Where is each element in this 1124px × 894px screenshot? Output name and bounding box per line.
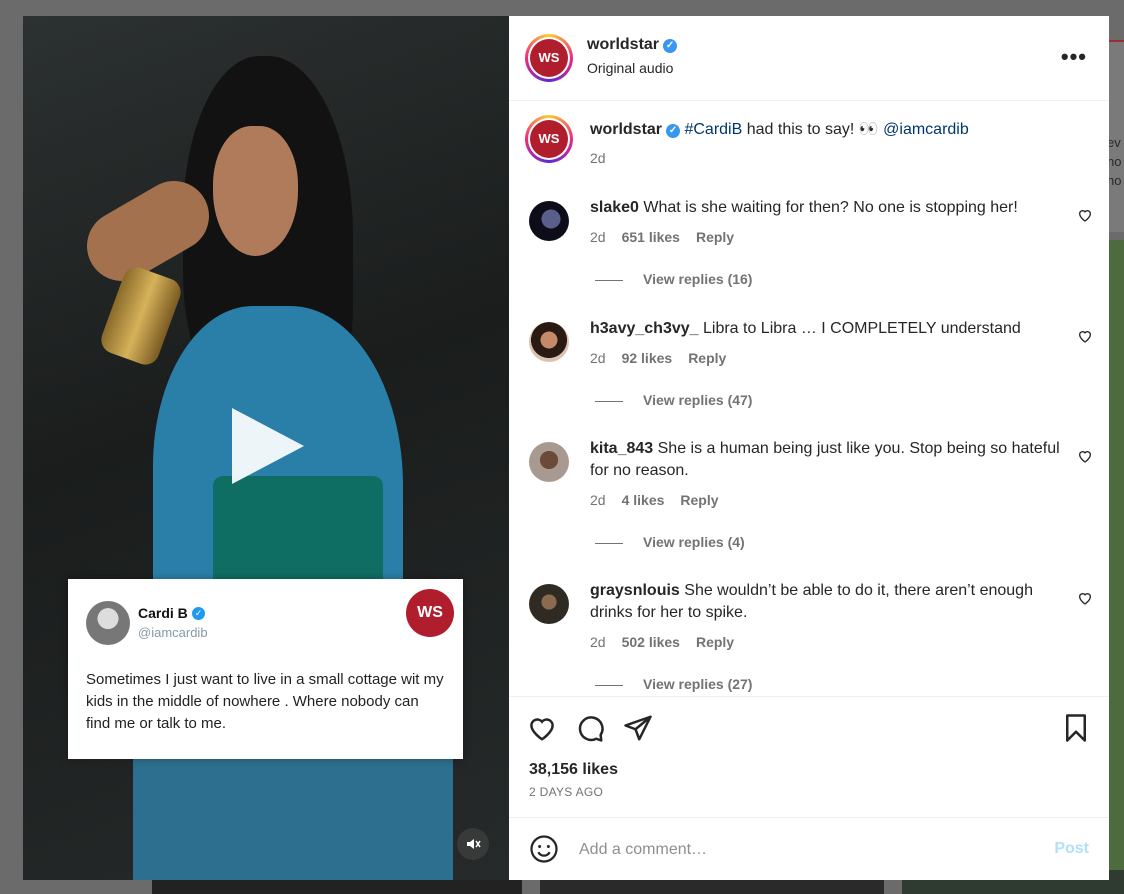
view-replies-button[interactable]: View replies (16) <box>595 271 752 287</box>
reply-button[interactable]: Reply <box>680 492 718 508</box>
comment-like-heart-icon[interactable] <box>1077 590 1093 606</box>
caption-time[interactable]: 2d <box>590 150 606 166</box>
replies-divider <box>595 684 623 686</box>
comment-body: What is she waiting for then? No one is … <box>643 199 1018 216</box>
post-header: WS worldstar ✓ Original audio ••• <box>509 16 1109 101</box>
comment-time[interactable]: 2d <box>590 634 606 650</box>
commenter-avatar[interactable] <box>529 201 569 241</box>
comment-text: kita_843 She is a human being just like … <box>590 438 1060 482</box>
view-replies-label: View replies (16) <box>643 271 753 287</box>
comment-meta: 2d 92 likes Reply <box>590 350 742 366</box>
view-replies-label: View replies (47) <box>643 392 753 408</box>
comment-likes[interactable]: 4 likes <box>622 492 665 508</box>
caption-text: worldstar ✓ #CardiB had this to say! 👀 @i… <box>590 119 1060 141</box>
post-side-panel: WS worldstar ✓ Original audio ••• WS worl… <box>509 16 1109 880</box>
verified-badge-icon: ✓ <box>666 124 681 138</box>
reply-button[interactable]: Reply <box>696 634 734 650</box>
comment-text: slake0 What is she waiting for then? No … <box>590 197 1060 219</box>
comment-text: h3avy_ch3vy_ Libra to Libra … I COMPLETE… <box>590 318 1060 340</box>
view-replies-label: View replies (27) <box>643 676 753 692</box>
comment-input[interactable] <box>577 834 1011 866</box>
comment-composer: Post <box>509 817 1109 880</box>
comment-likes[interactable]: 502 likes <box>622 634 680 650</box>
commenter-username[interactable]: slake0 <box>590 199 639 216</box>
tweet-handle: @iamcardib <box>138 625 208 640</box>
background-edge-line: ev <box>1107 135 1121 150</box>
bookmark-icon[interactable] <box>1061 713 1091 743</box>
author-username[interactable]: worldstar <box>587 36 659 53</box>
comment-likes[interactable]: 92 likes <box>622 350 673 366</box>
comment-like-heart-icon[interactable] <box>1077 328 1093 344</box>
caption-body: had this to say! 👀 <box>742 121 884 138</box>
comment-body: Libra to Libra … I COMPLETELY understand <box>702 320 1021 337</box>
background-thumbnail <box>1109 240 1124 870</box>
commenter-avatar[interactable] <box>529 442 569 482</box>
play-icon[interactable] <box>232 408 304 484</box>
tweet-overlay: Cardi B ✓ @iamcardib WS Sometimes I just… <box>68 579 463 759</box>
likes-count[interactable]: 38,156 likes <box>529 761 618 779</box>
reply-button[interactable]: Reply <box>696 229 734 245</box>
more-options-icon[interactable]: ••• <box>1061 44 1087 70</box>
background-edge-line: ho <box>1107 173 1122 188</box>
audio-link[interactable]: Original audio <box>587 60 673 76</box>
comment-meta: 2d 651 likes Reply <box>590 229 750 245</box>
post-caption: WS worldstar ✓ #CardiB had this to say! 👀… <box>509 101 1109 185</box>
tweet-avatar <box>86 601 130 645</box>
comment-body: She is a human being just like you. Stop… <box>590 440 1060 479</box>
comment-text: graysnlouis She wouldn’t be able to do i… <box>590 580 1060 624</box>
comment-like-heart-icon[interactable] <box>1077 448 1093 464</box>
tweet-text: Sometimes I just want to live in a small… <box>86 671 444 732</box>
hashtag-link[interactable]: #CardiB <box>684 121 742 138</box>
view-replies-label: View replies (4) <box>643 534 745 550</box>
muted-speaker-icon[interactable] <box>457 828 489 860</box>
tweet-author-name: Cardi B <box>138 605 188 621</box>
post-comment-button[interactable]: Post <box>1054 840 1089 858</box>
background-edge-line: no <box>1107 154 1122 169</box>
view-replies-button[interactable]: View replies (4) <box>595 534 745 550</box>
replies-divider <box>595 279 623 281</box>
replies-divider <box>595 400 623 402</box>
comment-time[interactable]: 2d <box>590 229 606 245</box>
replies-divider <box>595 542 623 544</box>
caption-author-avatar[interactable]: WS <box>525 115 573 163</box>
worldstar-avatar-logo: WS <box>530 39 568 77</box>
caption-meta: 2d <box>590 150 622 166</box>
commenter-username[interactable]: h3avy_ch3vy_ <box>590 320 699 337</box>
background-edge-text: ev no ho <box>1107 133 1121 190</box>
post-actions: 38,156 likes 2 DAYS AGO <box>509 696 1109 817</box>
worldstar-avatar-logo: WS <box>530 120 568 158</box>
reply-button[interactable]: Reply <box>688 350 726 366</box>
comment-meta: 2d 4 likes Reply <box>590 492 735 508</box>
comment-like-heart-icon[interactable] <box>1077 207 1093 223</box>
tweet-verified-icon: ✓ <box>192 607 205 620</box>
send-icon[interactable] <box>623 713 653 743</box>
commenter-username[interactable]: graysnlouis <box>590 582 680 599</box>
post-date[interactable]: 2 DAYS AGO <box>529 785 603 799</box>
comment-icon[interactable] <box>575 713 605 743</box>
worldstar-logo: WS <box>406 589 454 637</box>
comments-list[interactable]: WS worldstar ✓ #CardiB had this to say! 👀… <box>509 101 1109 696</box>
author-username-row[interactable]: worldstar ✓ <box>587 36 678 54</box>
mention-link[interactable]: @iamcardib <box>883 121 969 138</box>
commenter-avatar[interactable] <box>529 322 569 362</box>
verified-badge-icon: ✓ <box>663 39 678 53</box>
view-replies-button[interactable]: View replies (27) <box>595 676 752 692</box>
comment-time[interactable]: 2d <box>590 350 606 366</box>
comment-time[interactable]: 2d <box>590 492 606 508</box>
heart-icon[interactable] <box>527 713 557 743</box>
comment-likes[interactable]: 651 likes <box>622 229 680 245</box>
author-avatar[interactable]: WS <box>525 34 573 82</box>
view-replies-button[interactable]: View replies (47) <box>595 392 752 408</box>
caption-username[interactable]: worldstar <box>590 121 662 138</box>
commenter-username[interactable]: kita_843 <box>590 440 653 457</box>
emoji-icon[interactable] <box>529 834 559 864</box>
video-player[interactable]: Cardi B ✓ @iamcardib WS Sometimes I just… <box>23 16 509 880</box>
video-figure-face <box>213 126 298 256</box>
post-modal: Cardi B ✓ @iamcardib WS Sometimes I just… <box>23 16 1109 880</box>
commenter-avatar[interactable] <box>529 584 569 624</box>
comment-meta: 2d 502 likes Reply <box>590 634 750 650</box>
